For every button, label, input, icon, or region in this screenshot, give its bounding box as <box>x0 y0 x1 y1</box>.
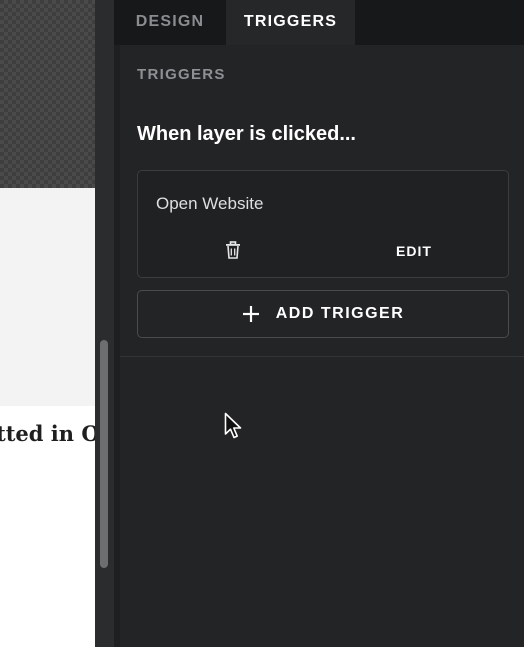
trigger-card: Open Website EDIT <box>137 170 509 278</box>
tab-design[interactable]: DESIGN <box>114 0 226 45</box>
plus-icon <box>242 306 259 322</box>
properties-panel: DESIGN TRIGGERS TRIGGERS When layer is c… <box>114 0 524 647</box>
tab-triggers[interactable]: TRIGGERS <box>226 0 355 45</box>
section-label-triggers: TRIGGERS <box>137 66 226 83</box>
panel-tab-bar: DESIGN TRIGGERS <box>114 0 524 45</box>
canvas-text-snippet: tted in O <box>0 421 95 446</box>
add-trigger-button[interactable]: ADD TRIGGER <box>137 290 509 338</box>
trigger-event-heading: When layer is clicked... <box>137 123 356 145</box>
delete-trigger-button[interactable] <box>222 239 244 261</box>
canvas-gray-block <box>0 188 95 406</box>
section-divider <box>120 356 524 357</box>
canvas-scrollbar-thumb[interactable] <box>100 340 108 568</box>
add-trigger-label: ADD TRIGGER <box>275 305 405 322</box>
triggers-panel-body: TRIGGERS When layer is clicked... Open W… <box>120 45 524 647</box>
edit-trigger-button[interactable]: EDIT <box>396 243 432 259</box>
trigger-action-name: Open Website <box>156 194 264 213</box>
trash-icon <box>226 241 240 259</box>
design-canvas[interactable]: tted in O <box>0 0 95 647</box>
transparency-checker-pattern <box>0 0 95 188</box>
